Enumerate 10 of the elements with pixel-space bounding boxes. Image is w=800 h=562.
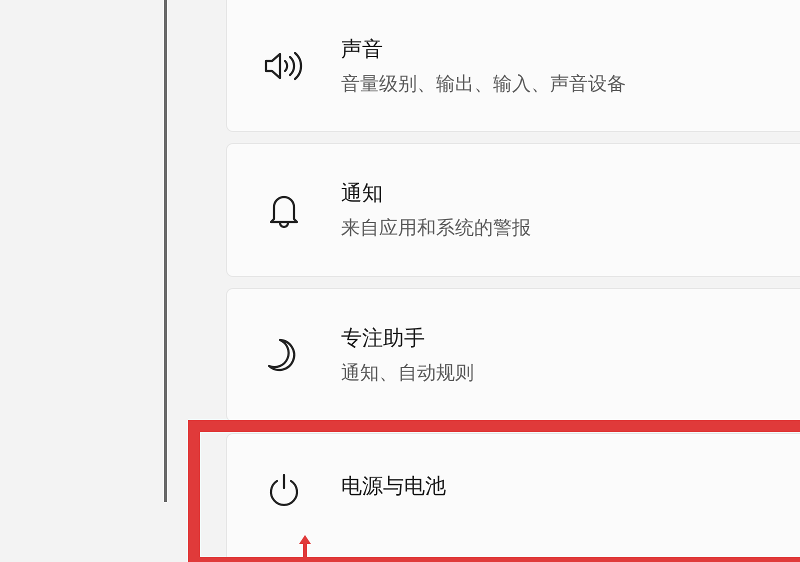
settings-card[interactable]: 专注助手 通知、自动规则 — [226, 288, 800, 422]
settings-description: 通知、自动规则 — [341, 361, 474, 386]
settings-title: 声音 — [341, 36, 384, 62]
settings-description: 音量级别、输出、输入、声音设备 — [341, 72, 626, 96]
settings-title: 电源与电池 — [341, 473, 446, 500]
settings-title: 专注助手 — [341, 325, 426, 352]
settings-description: 来自应用和系统的警报 — [341, 216, 531, 241]
settings-card[interactable]: 通知 来自应用和系统的警报 — [226, 143, 800, 277]
settings-title: 通知 — [341, 180, 384, 207]
settings-card[interactable]: 声音 音量级别、输出、输入、声音设备 — [226, 0, 800, 132]
